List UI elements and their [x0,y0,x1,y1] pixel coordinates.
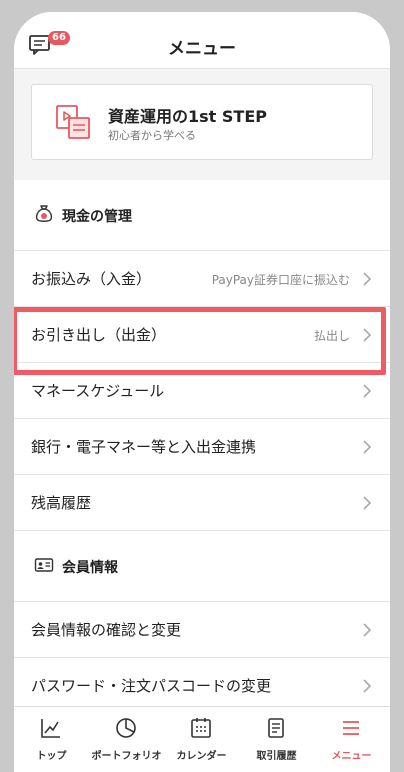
tab-label: メニュー [331,751,372,762]
promo-banner[interactable]: 資産運用の1st STEP 初心者から学べる [31,84,373,160]
tab-label: トップ [36,751,67,762]
chevron-right-icon [363,440,372,454]
section-cash-title: 現金の管理 [62,209,132,225]
menu-item-sublabel: 払出し [313,329,350,343]
menu-item-money-schedule[interactable]: マネースケジュール [14,363,390,419]
tab-calendar[interactable]: カレンダー [164,707,239,772]
menu-item-label: パスワード・注文パスコードの変更 [31,677,272,695]
phone-frame: 66 メニュー 資産運用の1st STEP 初心者から学べる 現金の管理 お振込… [0,0,404,772]
menu-item-member-info[interactable]: 会員情報の確認と変更 [14,602,390,658]
document-icon [268,718,284,738]
tab-history[interactable]: 取引履歴 [239,707,314,772]
chevron-right-icon [363,328,372,342]
menu-item-label: 銀行・電子マネー等と入出金連携 [31,438,257,456]
menu-item-withdraw[interactable]: お引き出し（出金） 払出し [14,307,390,363]
chevron-right-icon [363,679,372,693]
menu-item-label: 会員情報の確認と変更 [31,621,182,639]
pie-chart-icon [116,718,136,738]
menu-item-deposit[interactable]: お振込み（入金） PayPay証券口座に振込む [14,251,390,307]
menu-icon [343,721,359,735]
tab-label: カレンダー [176,751,227,762]
section-member-header: 会員情報 [14,531,390,602]
tab-top[interactable]: トップ [14,707,89,772]
menu-item-label: 残高履歴 [31,494,92,512]
chevron-right-icon [363,623,372,637]
section-member-title: 会員情報 [62,560,118,576]
chevron-right-icon [363,384,372,398]
chevron-right-icon [363,272,372,286]
tab-portfolio[interactable]: ポートフォリオ [89,707,164,772]
menu-content: 資産運用の1st STEP 初心者から学べる 現金の管理 お振込み（入金） Pa… [14,69,390,714]
page-title: メニュー [168,39,236,59]
menu-item-sublabel: PayPay証券口座に振込む [211,273,350,287]
menu-list: 現金の管理 お振込み（入金） PayPay証券口座に振込む お引き出し（出金） … [14,180,390,714]
calendar-icon [191,718,211,738]
header-bar: 66 メニュー [14,12,390,69]
app-screen: 66 メニュー 資産運用の1st STEP 初心者から学べる 現金の管理 お振込… [14,12,390,772]
tab-label: ポートフォリオ [91,751,162,762]
promo-title: 資産運用の1st STEP [108,107,267,126]
tab-label: 取引履歴 [256,751,297,762]
tab-menu[interactable]: メニュー [314,707,389,772]
menu-item-label: マネースケジュール [31,382,165,400]
chart-line-icon [41,719,60,738]
id-card-icon [34,558,54,572]
bottom-tab-bar: トップ ポートフォリオ カレンダー 取引履歴 メニュー [14,706,390,772]
menu-item-bank-link[interactable]: 銀行・電子マネー等と入出金連携 [14,419,390,475]
menu-item-balance-history[interactable]: 残高履歴 [14,475,390,531]
menu-item-label: お引き出し（出金） [31,326,167,344]
money-bag-icon [35,205,53,222]
menu-item-label: お振込み（入金） [31,270,152,288]
chevron-right-icon [363,496,372,510]
section-cash-header: 現金の管理 [14,180,390,251]
promo-subtitle: 初心者から学べる [108,129,196,142]
learning-icon [56,105,90,139]
